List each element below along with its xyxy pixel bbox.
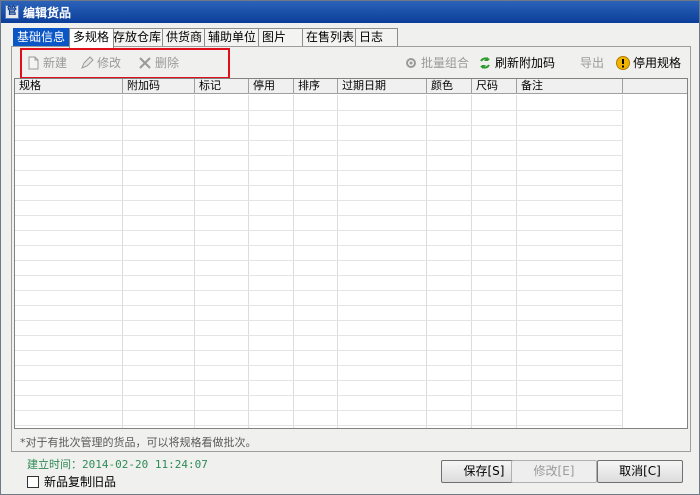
title-bar[interactable]: 管 编辑货品 (1, 1, 699, 23)
grid-body[interactable] (15, 95, 687, 428)
tab-basic-info[interactable]: 基础信息 (13, 28, 70, 47)
app-icon: 管 (5, 5, 19, 19)
edit-button[interactable]: 修改 (80, 54, 121, 72)
spec-grid[interactable]: 规格 附加码 标记 停用 排序 过期日期 颜色 尺码 备注 (14, 78, 688, 429)
column-header-barcode[interactable]: 附加码 (123, 79, 195, 94)
tab-log[interactable]: 日志 (355, 28, 398, 47)
column-header-color[interactable]: 颜色 (427, 79, 472, 94)
tab-supplier[interactable]: 供货商 (162, 28, 205, 47)
delete-x-icon (139, 56, 151, 69)
gear-icon (406, 57, 416, 68)
edit-footer-button[interactable]: 修改[E] (511, 460, 597, 483)
window-title: 编辑货品 (23, 6, 72, 20)
pencil-icon (81, 55, 94, 69)
refresh-barcode-button[interactable]: 刷新附加码 (478, 54, 555, 72)
column-header-mark[interactable]: 标记 (195, 79, 249, 94)
edit-button-label: 修改 (97, 56, 122, 70)
cancel-button[interactable]: 取消[C] (597, 460, 683, 483)
tab-images[interactable]: 图片 (258, 28, 303, 47)
disable-spec-label: 停用规格 (633, 56, 682, 70)
tab-storage-warehouse[interactable]: 存放仓库 (109, 28, 163, 47)
refresh-barcode-label: 刷新附加码 (495, 56, 556, 70)
copy-old-item-checkbox[interactable] (27, 475, 39, 488)
delete-button-label: 删除 (155, 56, 180, 70)
export-button-label: 导出 (580, 56, 605, 70)
batch-combine-button[interactable]: 批量组合 (404, 54, 469, 72)
column-header-spec[interactable]: 规格 (15, 79, 123, 94)
created-time: 建立时间：2014-02-20 11:24:07 (27, 458, 208, 471)
disable-spec-button[interactable]: 停用规格 (616, 54, 681, 72)
column-header-remark[interactable]: 备注 (517, 79, 623, 94)
grid-header: 规格 附加码 标记 停用 排序 过期日期 颜色 尺码 备注 (15, 79, 687, 94)
tab-multi-spec[interactable]: 多规格 (69, 28, 114, 48)
edit-goods-window: 管 编辑货品 基础信息 多规格 存放仓库 供货商 辅助单位 图片 在售列表 日志… (0, 0, 700, 495)
copy-old-item-option[interactable]: 新品复制旧品 (27, 473, 116, 490)
column-header-sort[interactable]: 排序 (294, 79, 338, 94)
refresh-icon (480, 56, 490, 69)
tab-auxiliary-unit[interactable]: 辅助单位 (204, 28, 259, 47)
delete-button[interactable]: 删除 (138, 54, 179, 72)
column-header-size[interactable]: 尺码 (472, 79, 517, 94)
column-header-disabled[interactable]: 停用 (249, 79, 294, 94)
batch-hint-text: *对于有批次管理的货品，可以将规格看做批次。 (20, 436, 257, 449)
export-button[interactable]: 导出 (580, 54, 604, 72)
warning-icon (616, 55, 630, 70)
tab-on-sale-list[interactable]: 在售列表 (302, 28, 356, 47)
copy-old-item-label: 新品复制旧品 (44, 475, 117, 489)
toolbar: 新建 修改 删除 批量组合 刷新附加码 导出 停用规格 (18, 48, 686, 79)
column-header-expiry-date[interactable]: 过期日期 (338, 79, 427, 94)
new-document-icon (28, 56, 39, 69)
new-button[interactable]: 新建 (26, 54, 67, 72)
new-button-label: 新建 (43, 56, 68, 70)
batch-combine-label: 批量组合 (421, 56, 470, 70)
multi-spec-panel: 新建 修改 删除 批量组合 刷新附加码 导出 停用规格 规格 附加码 标记 停用… (11, 46, 691, 452)
